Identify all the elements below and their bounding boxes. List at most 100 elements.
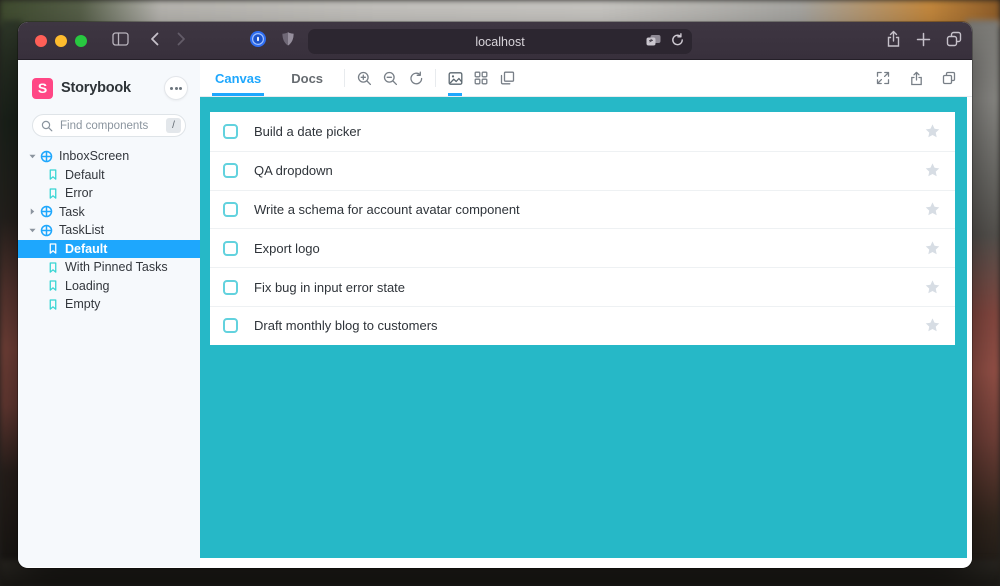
tree-story-tasklist-empty[interactable]: Empty — [18, 295, 200, 314]
task-row[interactable]: QA dropdown — [210, 151, 955, 190]
search-shortcut-badge: / — [166, 118, 181, 133]
storybook-logo[interactable]: S — [32, 78, 53, 99]
minimize-window-button[interactable] — [55, 35, 67, 47]
tab-overview-icon[interactable] — [946, 31, 962, 52]
toolbar-divider — [344, 69, 345, 87]
zoom-in-icon — [357, 71, 372, 86]
star-icon — [924, 279, 941, 296]
grid-toggle-button[interactable] — [468, 60, 494, 96]
tree-label: InboxScreen — [59, 149, 129, 163]
task-title: Fix bug in input error state — [254, 280, 405, 295]
outline-toggle-button[interactable] — [494, 60, 520, 96]
sidebar-menu-button[interactable] — [164, 76, 188, 100]
tree-label: Default — [65, 168, 105, 182]
component-icon — [40, 205, 53, 218]
task-checkbox[interactable] — [223, 202, 238, 217]
zoom-out-button[interactable] — [377, 60, 403, 96]
storybook-sidebar: S Storybook / InboxScreen — [18, 60, 200, 567]
star-icon — [924, 123, 941, 140]
tree-component-tasklist[interactable]: TaskList — [18, 221, 200, 240]
sidebar-toggle-icon — [112, 32, 129, 51]
pin-task-button[interactable] — [924, 123, 941, 140]
tab-canvas-label: Canvas — [215, 71, 261, 86]
tree-story-inboxscreen-error[interactable]: Error — [18, 184, 200, 203]
task-title: Build a date picker — [254, 124, 361, 139]
back-button[interactable] — [142, 30, 166, 52]
toolbar-divider — [435, 69, 436, 87]
search-icon — [41, 119, 53, 137]
grid-icon — [474, 71, 488, 85]
component-tree: InboxScreen Default Error Task — [18, 147, 200, 314]
tree-story-tasklist-default-selected[interactable]: Default — [18, 240, 200, 259]
task-title: Write a schema for account avatar compon… — [254, 202, 520, 217]
expander-icon[interactable] — [28, 207, 37, 216]
pin-task-button[interactable] — [924, 201, 941, 218]
task-list: Build a date picker QA dropdown — [210, 112, 955, 345]
backgrounds-button[interactable] — [442, 60, 468, 96]
password-manager-extension-button[interactable] — [246, 30, 270, 52]
address-bar[interactable]: localhost — [308, 29, 692, 54]
task-checkbox[interactable] — [223, 280, 238, 295]
task-row[interactable]: Build a date picker — [210, 112, 955, 151]
background-image-icon — [448, 71, 463, 86]
password-manager-icon — [249, 30, 267, 53]
window-controls — [35, 35, 87, 47]
tab-canvas[interactable]: Canvas — [200, 60, 276, 96]
tree-label: With Pinned Tasks — [65, 260, 168, 274]
reset-zoom-button[interactable] — [403, 60, 429, 96]
story-preview: Build a date picker QA dropdown — [200, 97, 972, 567]
star-icon — [924, 201, 941, 218]
task-checkbox[interactable] — [223, 318, 238, 333]
tab-docs[interactable]: Docs — [276, 60, 338, 96]
export-icon — [910, 71, 923, 86]
star-icon — [924, 317, 941, 334]
storybook-toolbar: Canvas Docs — [200, 60, 972, 97]
expander-icon[interactable] — [28, 152, 37, 161]
story-bookmark-icon — [47, 279, 59, 292]
expander-icon[interactable] — [28, 226, 37, 235]
story-bookmark-icon — [47, 261, 59, 274]
tree-label: Default — [65, 242, 107, 256]
tree-label: TaskList — [59, 223, 104, 237]
search-input[interactable] — [32, 114, 186, 137]
privacy-shield-button[interactable] — [276, 30, 300, 52]
zoom-out-icon — [383, 71, 398, 86]
share-icon[interactable] — [886, 30, 901, 53]
translate-icon[interactable] — [645, 34, 662, 52]
browser-window: localhost — [18, 22, 972, 568]
task-row[interactable]: Fix bug in input error state — [210, 267, 955, 306]
story-bookmark-icon — [47, 298, 59, 311]
task-title: Export logo — [254, 241, 320, 256]
tree-component-inboxscreen[interactable]: InboxScreen — [18, 147, 200, 166]
forward-button[interactable] — [169, 30, 193, 52]
reload-icon[interactable] — [671, 33, 684, 52]
task-checkbox[interactable] — [223, 124, 238, 139]
task-checkbox[interactable] — [223, 163, 238, 178]
tree-story-tasklist-withpinnedtasks[interactable]: With Pinned Tasks — [18, 258, 200, 277]
task-row[interactable]: Export logo — [210, 228, 955, 267]
open-canvas-new-tab-button[interactable] — [936, 71, 962, 85]
tree-component-task[interactable]: Task — [18, 203, 200, 222]
task-title: Draft monthly blog to customers — [254, 318, 438, 333]
pin-task-button[interactable] — [924, 240, 941, 257]
task-row[interactable]: Draft monthly blog to customers — [210, 306, 955, 345]
pin-task-button[interactable] — [924, 317, 941, 334]
close-window-button[interactable] — [35, 35, 47, 47]
new-tab-icon[interactable] — [916, 32, 931, 52]
tree-story-tasklist-loading[interactable]: Loading — [18, 277, 200, 296]
zoom-window-button[interactable] — [75, 35, 87, 47]
story-bookmark-icon — [47, 187, 59, 200]
fullscreen-button[interactable] — [870, 71, 896, 85]
share-story-button[interactable] — [903, 71, 929, 86]
pin-task-button[interactable] — [924, 279, 941, 296]
reset-zoom-icon — [409, 71, 424, 86]
storybook-brand-title: Storybook — [61, 80, 131, 96]
pin-task-button[interactable] — [924, 162, 941, 179]
zoom-in-button[interactable] — [351, 60, 377, 96]
tree-story-inboxscreen-default[interactable]: Default — [18, 166, 200, 185]
task-checkbox[interactable] — [223, 241, 238, 256]
tree-label: Task — [59, 205, 85, 219]
task-title: QA dropdown — [254, 163, 333, 178]
sidebar-toggle-button[interactable] — [108, 30, 132, 52]
task-row[interactable]: Write a schema for account avatar compon… — [210, 190, 955, 229]
